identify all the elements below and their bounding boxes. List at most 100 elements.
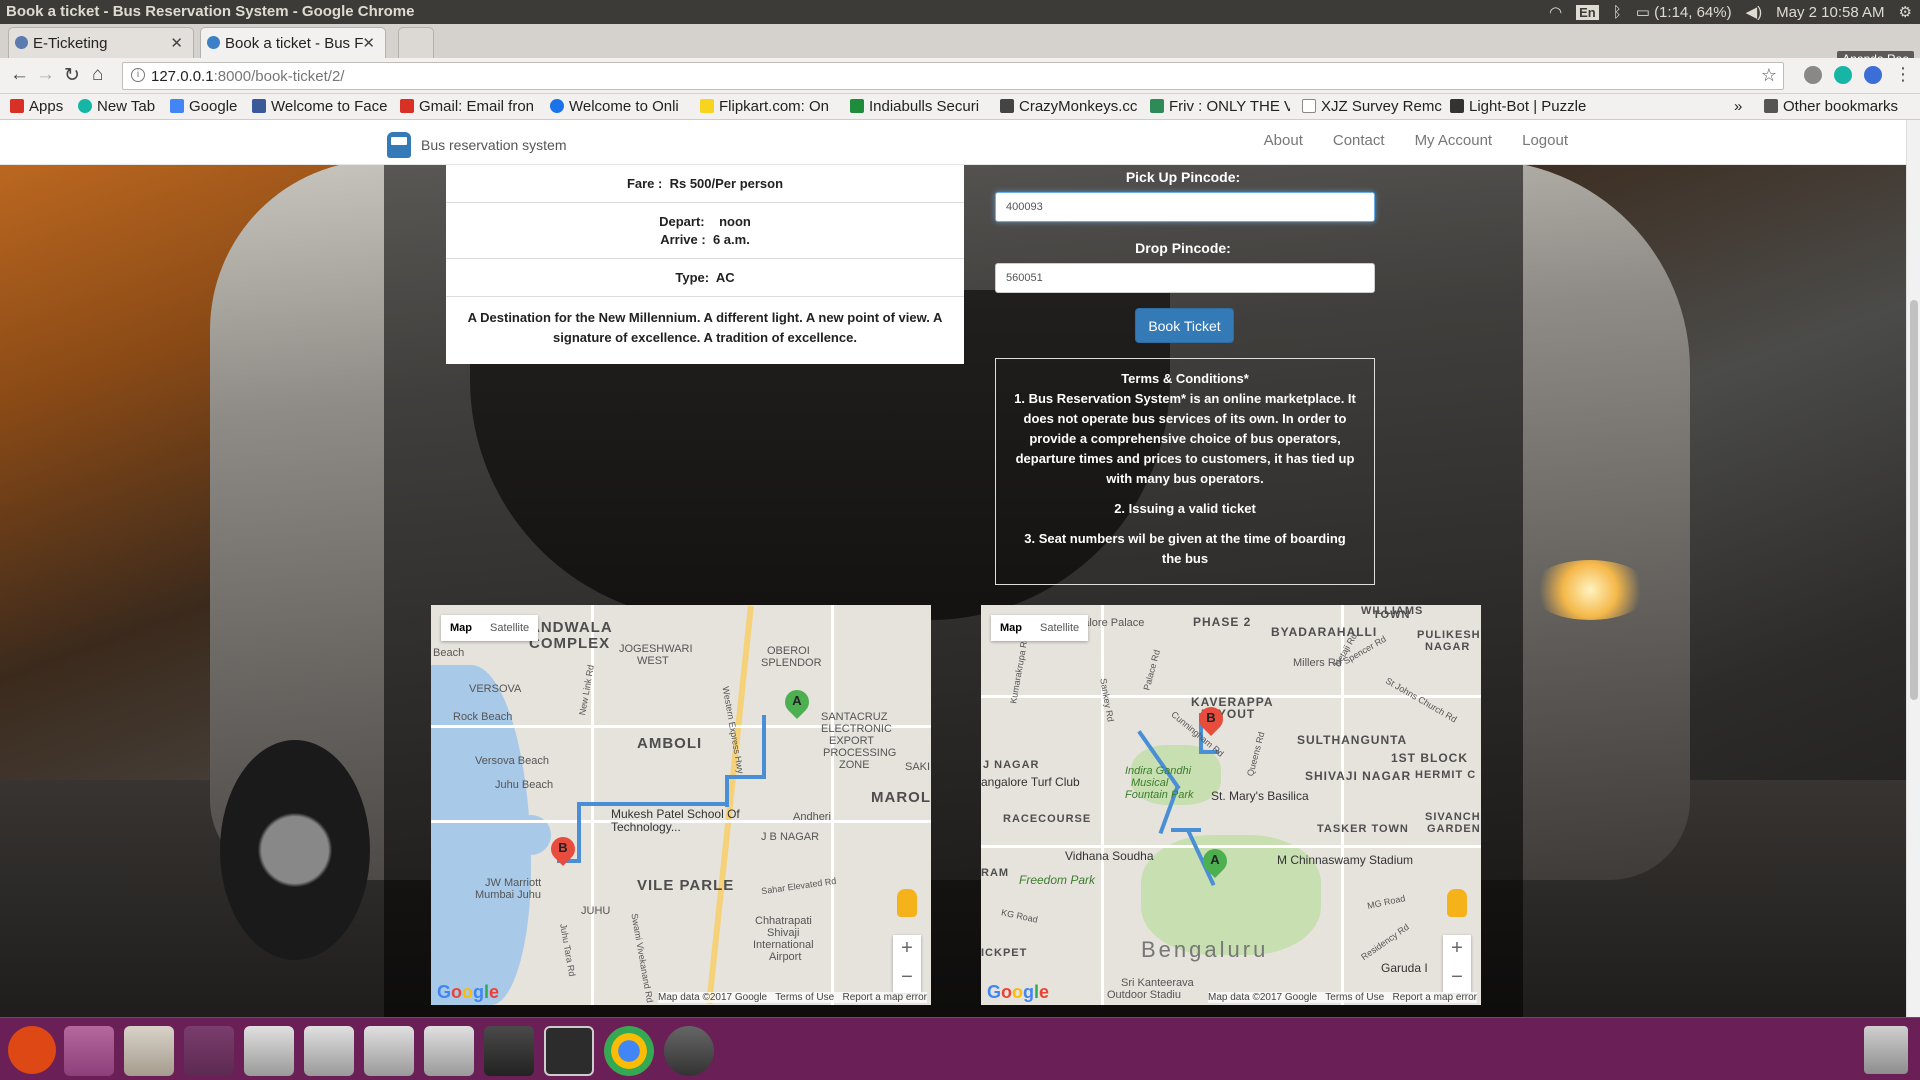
wifi-icon[interactable]: ◠ xyxy=(1549,3,1562,21)
drop-route-map[interactable]: ngalore Palace PHASE 2 BYADARAHALLI WILL… xyxy=(981,605,1481,1005)
zoom-in-button[interactable]: + xyxy=(1443,935,1471,964)
system-tray: ◠ En ᛒ ▭ (1:14, 64%) ◀) May 2 10:58 AM ⚙ xyxy=(1549,3,1912,22)
bookmark-facebook[interactable]: Welcome to Face xyxy=(252,98,388,115)
marker-a[interactable]: A xyxy=(1198,844,1232,883)
home-icon[interactable]: ⌂ xyxy=(92,64,103,86)
pickup-pincode-input[interactable] xyxy=(995,192,1375,222)
book-ticket-button[interactable]: Book Ticket xyxy=(1135,308,1234,343)
tab-book-ticket[interactable]: Book a ticket - Bus F ✕ xyxy=(200,27,386,58)
road xyxy=(1101,605,1104,1005)
keyboard-layout-indicator[interactable]: En xyxy=(1576,4,1599,20)
trash-icon[interactable] xyxy=(1864,1026,1908,1074)
map-type-satellite-button[interactable]: Satellite xyxy=(481,615,538,641)
battery-indicator[interactable]: ▭ (1:14, 64%) xyxy=(1636,3,1732,21)
workspaces-icon[interactable] xyxy=(184,1026,234,1076)
map-data-credit: Map data ©2017 Google xyxy=(1207,992,1318,1003)
bookmark-star-icon[interactable]: ☆ xyxy=(1761,65,1777,86)
pegman-icon[interactable] xyxy=(897,889,917,917)
address-bar[interactable]: i 127.0.0.1:8000/book-ticket/2/ ☆ xyxy=(122,62,1784,90)
marker-b[interactable]: B xyxy=(546,832,580,871)
map-type-map-button[interactable]: Map xyxy=(991,615,1031,641)
more-bookmarks-chevron-icon[interactable]: » xyxy=(1734,98,1742,115)
extension-mic-icon[interactable] xyxy=(1864,65,1882,84)
chrome-menu-icon[interactable]: ⋮ xyxy=(1894,64,1912,85)
other-bookmarks[interactable]: Other bookmarks xyxy=(1764,98,1898,115)
map-type-satellite-button[interactable]: Satellite xyxy=(1031,615,1088,641)
close-tab-icon[interactable]: ✕ xyxy=(170,34,183,52)
bookmark-google[interactable]: Google xyxy=(170,98,242,115)
terminal-icon[interactable] xyxy=(544,1026,594,1076)
map-type-map-button[interactable]: Map xyxy=(441,615,481,641)
extension-icon[interactable] xyxy=(1804,65,1822,84)
close-tab-icon[interactable]: ✕ xyxy=(362,34,375,52)
bookmark-friv[interactable]: Friv : ONLY THE V xyxy=(1150,98,1290,115)
drive-icon[interactable] xyxy=(364,1026,414,1076)
clock[interactable]: May 2 10:58 AM xyxy=(1776,4,1884,21)
facebook-icon xyxy=(252,99,266,113)
tab-e-ticketing[interactable]: E-Ticketing ✕ xyxy=(8,27,194,58)
marker-b[interactable]: B xyxy=(1194,702,1228,741)
nav-about[interactable]: About xyxy=(1264,132,1303,149)
files-icon[interactable] xyxy=(124,1026,174,1076)
pickup-route-map[interactable]: ANDWALA COMPLEX Beach JOGESHWARI WEST OB… xyxy=(431,605,931,1005)
reload-icon[interactable]: ↻ xyxy=(64,64,80,87)
bookmark-survey[interactable]: XJZ Survey Remc xyxy=(1302,98,1442,115)
map-label: Mumbai Juhu xyxy=(475,889,542,901)
google-logo-icon[interactable]: Google xyxy=(987,982,1049,1003)
map-label: Queens Rd xyxy=(1245,730,1267,778)
nav-contact[interactable]: Contact xyxy=(1333,132,1385,149)
map-terms-link[interactable]: Terms of Use xyxy=(775,992,834,1003)
volume-icon[interactable]: ◀) xyxy=(1746,3,1763,21)
site-brand[interactable]: Bus reservation system xyxy=(387,132,567,158)
bookmark-flipkart[interactable]: Flipkart.com: On xyxy=(700,98,838,115)
map-terms-link[interactable]: Terms of Use xyxy=(1325,992,1384,1003)
bookmark-indiabulls[interactable]: Indiabulls Securi xyxy=(850,98,988,115)
google-logo-icon[interactable]: Google xyxy=(437,982,499,1003)
scrollbar-thumb[interactable] xyxy=(1910,300,1918,700)
zoom-out-button[interactable]: − xyxy=(1443,964,1471,993)
bookmark-newtab[interactable]: New Tab xyxy=(78,98,158,115)
marker-a[interactable]: A xyxy=(780,685,814,724)
drive-icon[interactable] xyxy=(244,1026,294,1076)
map-label: Technology... xyxy=(611,820,681,834)
site-info-icon[interactable]: i xyxy=(131,68,145,82)
chrome-icon[interactable] xyxy=(604,1026,654,1076)
bookmark-label: Google xyxy=(189,98,238,115)
drop-pincode-input[interactable] xyxy=(995,263,1375,293)
os-top-panel: Book a ticket - Bus Reservation System -… xyxy=(0,0,1920,24)
bookmark-gmail[interactable]: Gmail: Email fron xyxy=(400,98,538,115)
drive-icon[interactable] xyxy=(304,1026,354,1076)
marker-letter: B xyxy=(1206,710,1216,725)
back-arrow-icon[interactable]: ← xyxy=(10,64,29,86)
new-tab-button[interactable] xyxy=(398,27,434,58)
monkey-icon xyxy=(1000,99,1014,113)
bookmark-lightbot[interactable]: Light-Bot | Puzzle xyxy=(1450,98,1590,115)
bookmark-online[interactable]: Welcome to Onli xyxy=(550,98,690,115)
zoom-out-button[interactable]: − xyxy=(893,964,921,993)
page-scrollbar[interactable] xyxy=(1906,120,1920,1017)
zoom-in-button[interactable]: + xyxy=(893,935,921,964)
nav-logout[interactable]: Logout xyxy=(1522,132,1568,149)
ubuntu-dash-icon[interactable] xyxy=(8,1026,56,1074)
map-report-link[interactable]: Report a map error xyxy=(1393,992,1477,1003)
software-updater-icon[interactable] xyxy=(664,1026,714,1076)
map-label: GARDENS xyxy=(1427,823,1481,835)
workspace-switcher-icon[interactable] xyxy=(64,1026,114,1076)
google-icon xyxy=(170,99,184,113)
bookmark-label: Indiabulls Securi xyxy=(869,98,980,115)
settings-gear-icon[interactable]: ⚙ xyxy=(1899,3,1912,21)
indiabulls-icon xyxy=(850,99,864,113)
nav-my-account[interactable]: My Account xyxy=(1415,132,1493,149)
map-report-link[interactable]: Report a map error xyxy=(843,992,927,1003)
drive-icon[interactable] xyxy=(424,1026,474,1076)
bluetooth-icon[interactable]: ᛒ xyxy=(1613,4,1622,21)
gmail-icon xyxy=(400,99,414,113)
map-label: J NAGAR xyxy=(983,759,1040,771)
sublime-text-icon[interactable] xyxy=(484,1026,534,1076)
extension-m-icon[interactable] xyxy=(1834,65,1852,84)
forward-arrow-icon[interactable]: → xyxy=(36,64,55,86)
bookmark-apps[interactable]: Apps xyxy=(10,98,70,115)
bookmark-crazymonkeys[interactable]: CrazyMonkeys.cc xyxy=(1000,98,1138,115)
pegman-icon[interactable] xyxy=(1447,889,1467,917)
map-label: VILE PARLE xyxy=(637,877,735,894)
